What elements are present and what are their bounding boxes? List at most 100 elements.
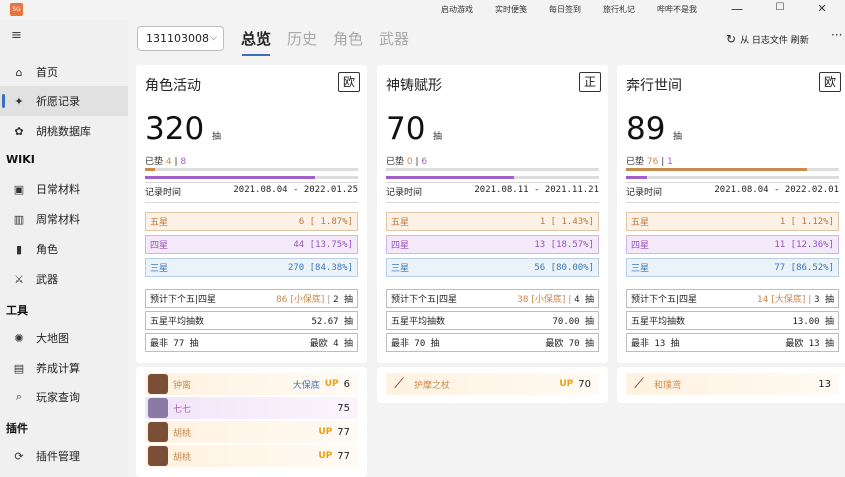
section-header-wiki: WIKI <box>6 153 35 166</box>
average-label: 五星平均抽数 <box>150 317 205 327</box>
close-button[interactable]: ✕ <box>815 2 829 15</box>
pity-counter: 已垫 4 | 8 <box>145 154 186 167</box>
tab-history[interactable]: 历史 <box>287 28 317 49</box>
extremes: 最非 77 抽 最欧 4 抽 <box>150 336 353 349</box>
best-pulls: 最欧 4 抽 <box>309 339 353 349</box>
predict-four-star: 4 抽 <box>574 295 594 305</box>
pity-counter: 已垫 76 | 1 <box>626 154 673 167</box>
main-content: 131103008 ⌵ 总览 历史 角色 武器 ↻ 从 日志文件 刷新 ··· … <box>128 20 845 477</box>
average-label: 五星平均抽数 <box>391 317 446 327</box>
record-time-range: 2021.08.04 - 2022.01.25 <box>233 185 358 195</box>
sidebar-item-label: 胡桃数据库 <box>36 125 91 138</box>
five-star-pity-bar <box>626 168 839 171</box>
pity-separator: | <box>415 157 419 167</box>
pity-separator: | <box>174 157 178 167</box>
sidebar-item-home[interactable]: ⌂ 首页 <box>0 57 128 87</box>
predict-row: 预计下个五|四星 86 [小保底] | 2 抽 <box>145 289 358 308</box>
list-item[interactable]: 七七 75 <box>145 397 358 419</box>
minimize-button[interactable]: — <box>730 2 744 16</box>
list-item[interactable]: 钟离 大保底 UP 6 <box>145 373 358 395</box>
daily-signin-link[interactable]: 每日签到 <box>549 4 581 15</box>
sidebar-item-database[interactable]: ✿ 胡桃数据库 <box>0 116 128 146</box>
four-star-row: 四星 44 [13.75%] <box>145 235 358 254</box>
three-star-row: 三星 270 [84.38%] <box>145 258 358 277</box>
sidebar-item-label: 日常材料 <box>36 183 80 196</box>
luck-tag: 欧 <box>819 72 841 92</box>
worst-pulls: 最非 13 抽 <box>631 339 680 349</box>
sidebar: ≡ ⌂ 首页 ✦ 祈愿记录 ✿ 胡桃数据库 WIKI ▣ 日常材料 ▥ 周常材料… <box>0 20 128 477</box>
extremes-row: 最非 70 抽 最欧 70 抽 <box>386 333 599 352</box>
sidebar-item-label: 玩家查询 <box>36 391 80 404</box>
sidebar-item-label: 武器 <box>36 273 58 286</box>
pull-count: 6 <box>343 378 350 390</box>
character-avatar-icon <box>148 446 168 466</box>
launch-game-link[interactable]: 启动游戏 <box>441 4 473 15</box>
average-value: 70.00 抽 <box>552 317 594 327</box>
total-unit: 抽 <box>433 132 443 142</box>
map-icon: ✺ <box>14 331 24 345</box>
four-star-row: 四星 13 [18.57%] <box>386 235 599 254</box>
realtime-notes-link[interactable]: 实时便笺 <box>495 4 527 15</box>
wish-summary-card: 奔行世间 欧 89 抽 已垫 76 | 1 记录时间 2021.08.04 - … <box>617 65 845 363</box>
pity-separator: | <box>661 157 665 167</box>
star-label: 三星 <box>631 264 650 274</box>
sidebar-item-weekly-material[interactable]: ▥ 周常材料 <box>0 204 128 234</box>
list-item[interactable]: ⟋ 和璞鸢 13 <box>626 373 839 395</box>
sidebar-item-weapon[interactable]: ⚔ 武器 <box>0 264 128 294</box>
wish-history-list: 钟离 大保底 UP 6 七七 75 胡桃 UP 77 胡桃 UP 77 <box>136 367 367 477</box>
divider <box>386 182 599 183</box>
record-time-label: 记录时间 <box>626 188 663 198</box>
not-me-link[interactable]: 哔哔不是我 <box>657 4 697 15</box>
record-time-row: 记录时间 2021.08.04 - 2022.02.01 <box>626 185 839 198</box>
sidebar-item-character[interactable]: ▮ 角色 <box>0 234 128 264</box>
top-links: 启动游戏 实时便笺 每日签到 旅行札记 哔哔不是我 <box>441 4 697 15</box>
predict-separator: | <box>568 295 572 305</box>
predict-value: 14 [大保底] <box>757 295 806 305</box>
wish-summary-card: 神铸赋形 正 70 抽 已垫 0 | 6 记录时间 2021.08.11 - 2… <box>377 65 608 363</box>
sidebar-item-label: 大地图 <box>36 332 69 345</box>
sidebar-item-player-query[interactable]: ⌕ 玩家查询 <box>0 382 128 412</box>
sidebar-item-wish-record[interactable]: ✦ 祈愿记录 <box>0 86 128 116</box>
item-name: 护摩之杖 <box>414 380 451 391</box>
chevron-down-icon: ⌵ <box>210 33 217 43</box>
predict-label: 预计下个五|四星 <box>391 295 458 305</box>
sidebar-item-calculator[interactable]: ▤ 养成计算 <box>0 353 128 383</box>
list-item[interactable]: 胡桃 UP 77 <box>145 421 358 443</box>
pity-label: 已垫 <box>626 157 645 167</box>
pity-label: 已垫 <box>145 157 164 167</box>
star-value: 11 [12.36%] <box>774 239 834 250</box>
four-star-pity-fill <box>386 176 514 179</box>
uid-select[interactable]: 131103008 ⌵ <box>137 26 224 51</box>
sidebar-item-map[interactable]: ✺ 大地图 <box>0 323 128 353</box>
pull-count: 77 <box>337 450 350 462</box>
pity-four-star: 6 <box>421 157 428 167</box>
star-value: 270 [84.38%] <box>287 262 353 273</box>
best-pulls: 最欧 13 抽 <box>785 339 834 349</box>
travel-notes-link[interactable]: 旅行札记 <box>603 4 635 15</box>
predict-value: 38 [小保底] <box>517 295 566 305</box>
pity-counter: 已垫 0 | 6 <box>386 154 427 167</box>
search-icon: ⌕ <box>15 390 23 403</box>
sidebar-item-plugin-manager[interactable]: ⟳ 插件管理 <box>0 441 128 471</box>
extremes-row: 最非 77 抽 最欧 4 抽 <box>145 333 358 352</box>
calculator-icon: ▤ <box>13 361 25 375</box>
star-label: 三星 <box>150 264 169 274</box>
sidebar-item-label: 插件管理 <box>36 450 80 463</box>
refresh-from-log-button[interactable]: ↻ 从 日志文件 刷新 <box>726 32 809 46</box>
menu-icon[interactable]: ≡ <box>11 28 22 43</box>
star-label: 四星 <box>391 241 410 251</box>
plugin-icon: ⟳ <box>14 449 24 463</box>
tab-weapon[interactable]: 武器 <box>379 28 409 49</box>
maximize-button[interactable]: ☐ <box>773 2 787 13</box>
extremes-row: 最非 13 抽 最欧 13 抽 <box>626 333 839 352</box>
card-title: 神铸赋形 <box>386 78 442 94</box>
list-item[interactable]: ⟋ 护摩之杖 UP 70 <box>386 373 599 395</box>
sidebar-item-daily-material[interactable]: ▣ 日常材料 <box>0 174 128 204</box>
predict-label: 预计下个五|四星 <box>631 295 698 305</box>
tab-overview[interactable]: 总览 <box>241 28 271 49</box>
more-options-button[interactable]: ··· <box>831 28 842 42</box>
list-item[interactable]: 胡桃 UP 77 <box>145 445 358 467</box>
record-time-label: 记录时间 <box>386 188 423 198</box>
predict-four-star: 3 抽 <box>814 295 834 305</box>
tab-character[interactable]: 角色 <box>333 28 363 49</box>
